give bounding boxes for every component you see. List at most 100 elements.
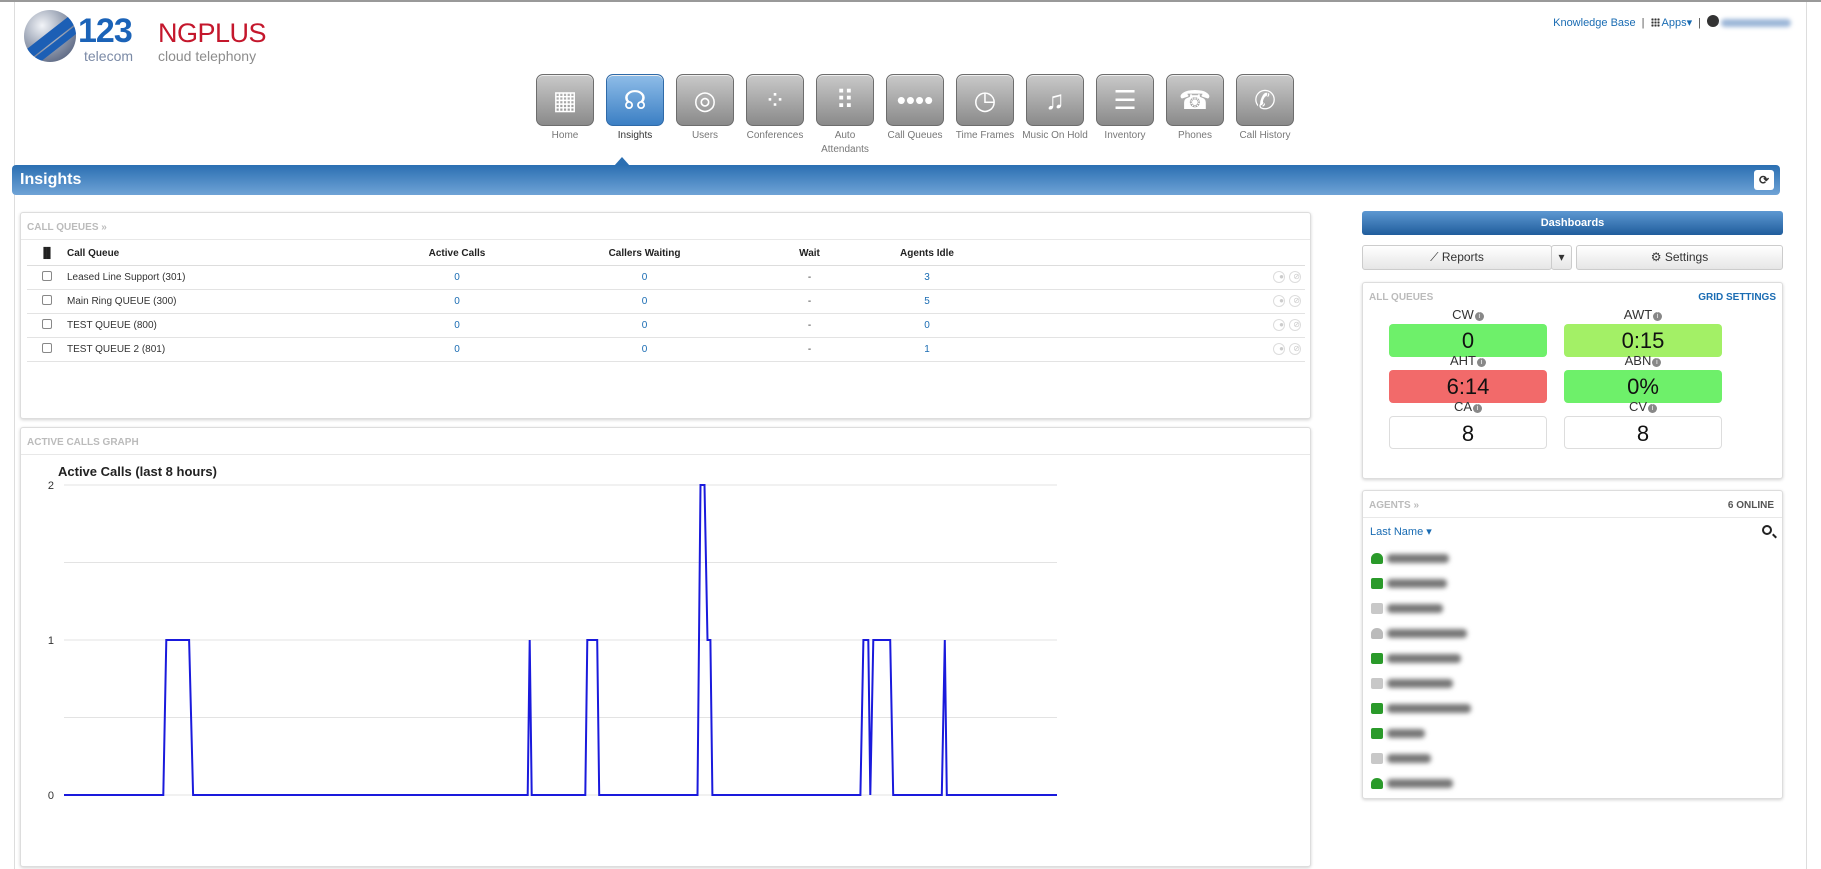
disable-icon[interactable]: ⊘ [1289,319,1301,331]
agent-icon[interactable]: ● [1273,295,1285,307]
active-calls-value[interactable]: 0 [377,265,537,290]
agent-icon[interactable]: ● [1273,343,1285,355]
page-title-bar: Insights ⟳ [12,165,1780,195]
row-checkbox[interactable] [42,294,52,305]
list-item[interactable] [1371,721,1471,746]
nav-item-call-history[interactable]: ✆ Call History [1230,74,1300,157]
column-header[interactable]: Callers Waiting [537,243,752,266]
info-icon[interactable]: i [1477,358,1486,367]
table-row[interactable]: Leased Line Support (301) 0 0 - 3 ● ⊘ [27,265,1305,290]
info-icon[interactable]: i [1474,312,1484,321]
agents-idle-value[interactable]: 3 [867,265,987,290]
disable-icon[interactable]: ⊘ [1289,343,1301,355]
list-item[interactable] [1371,746,1471,771]
refresh-button[interactable]: ⟳ [1754,170,1774,190]
agents-online-count: 6 ONLINE [1727,500,1774,511]
list-item[interactable] [1371,771,1471,796]
nav-button[interactable]: ⁘ [746,74,804,126]
list-item[interactable] [1371,621,1471,646]
disable-icon[interactable]: ⊘ [1289,295,1301,307]
table-row[interactable]: TEST QUEUE 2 (801) 0 0 - 1 ● ⊘ [27,337,1305,362]
info-icon[interactable]: i [1648,404,1658,413]
chart-column-icon[interactable]: ▐▌ [27,243,67,266]
disable-icon[interactable]: ⊘ [1289,271,1301,283]
call-queues-heading[interactable]: CALL QUEUES » [21,213,1310,240]
nav-item-call-queues[interactable]: •••• Call Queues [880,74,950,157]
nav-item-users[interactable]: ◎ Users [670,74,740,157]
nav-button[interactable]: •••• [886,74,944,126]
nav-button[interactable]: ✆ [1236,74,1294,126]
nav-button[interactable]: ☎ [1166,74,1224,126]
callers-waiting-value[interactable]: 0 [537,337,752,362]
callers-waiting-value[interactable]: 0 [537,313,752,338]
nav-item-auto-attendants[interactable]: ⠿ Auto Attendants [810,74,880,157]
row-checkbox[interactable] [42,270,52,281]
nav-item-home[interactable]: ▦ Home [530,74,600,157]
user-menu[interactable] [1707,15,1791,30]
table-row[interactable]: Main Ring QUEUE (300) 0 0 - 5 ● ⊘ [27,289,1305,314]
nav-label: Home [551,130,579,141]
callers-waiting-value[interactable]: 0 [537,289,752,314]
agent-name-redacted [1387,629,1467,638]
column-header[interactable]: Active Calls [377,243,537,266]
list-item[interactable] [1371,671,1471,696]
list-item[interactable] [1371,696,1471,721]
stat-cw: CW i 0 [1389,307,1547,357]
info-icon[interactable]: i [1652,358,1662,367]
knowledge-base-link[interactable]: Knowledge Base [1553,17,1636,29]
logo-subtitle: telecom [84,48,134,64]
active-calls-value[interactable]: 0 [377,313,537,338]
search-icon[interactable] [1762,525,1772,535]
agent-icon[interactable]: ● [1273,319,1285,331]
active-calls-value[interactable]: 0 [377,289,537,314]
nav-item-inventory[interactable]: ☰ Inventory [1090,74,1160,157]
nav-button[interactable]: ◷ [956,74,1014,126]
nav-item-phones[interactable]: ☎ Phones [1160,74,1230,157]
list-item[interactable] [1371,646,1471,671]
active-calls-value[interactable]: 0 [377,337,537,362]
page-title: Insights [20,171,82,188]
nav-button[interactable]: ☊ [606,74,664,126]
agents-idle-value[interactable]: 0 [867,313,987,338]
dashboards-header[interactable]: Dashboards [1362,211,1783,235]
nav-button[interactable]: ◎ [676,74,734,126]
agents-idle-value[interactable]: 1 [867,337,987,362]
nav-button[interactable]: ☰ [1096,74,1154,126]
column-header[interactable]: Agents Idle [867,243,987,266]
nav-item-insights[interactable]: ☊ Insights [600,74,670,157]
info-icon[interactable]: i [1473,404,1483,413]
reports-button[interactable]: ⟋ Reports [1362,245,1552,270]
row-actions: ● ⊘ [987,265,1305,290]
row-checkbox[interactable] [42,342,52,353]
nav-button[interactable]: ♫ [1026,74,1084,126]
logo[interactable]: 123 telecom NGPLUS cloud telephony [24,8,267,66]
nav-item-conferences[interactable]: ⁘ Conferences [740,74,810,157]
column-header[interactable]: Call Queue [67,243,377,266]
building-icon: ▦ [552,84,578,115]
agents-idle-value[interactable]: 5 [867,289,987,314]
nav-button[interactable]: ⠿ [816,74,874,126]
row-checkbox-cell [27,313,67,338]
nav-label: Auto Attendants [821,130,869,155]
nav-item-music-on-hold[interactable]: ♫ Music On Hold [1020,74,1090,157]
list-item[interactable] [1371,546,1471,571]
table-row[interactable]: TEST QUEUE (800) 0 0 - 0 ● ⊘ [27,313,1305,338]
reports-dropdown-button[interactable]: ▾ [1551,245,1572,270]
agents-heading[interactable]: AGENTS » [1363,491,1782,518]
list-item[interactable] [1371,596,1471,621]
grid-settings-link[interactable]: GRID SETTINGS [1698,292,1776,303]
nav-item-time-frames[interactable]: ◷ Time Frames [950,74,1020,157]
callers-waiting-value[interactable]: 0 [537,265,752,290]
column-header[interactable]: Wait [752,243,867,266]
nav-button[interactable]: ▦ [536,74,594,126]
agent-icon[interactable]: ● [1273,271,1285,283]
list-item[interactable] [1371,571,1471,596]
agent-name-redacted [1387,679,1453,688]
agent-name-redacted [1387,579,1447,588]
settings-button[interactable]: ⚙ Settings [1576,245,1783,270]
info-icon[interactable]: i [1653,312,1663,321]
sort-by-dropdown[interactable]: Last Name ▾ [1370,525,1432,538]
row-checkbox[interactable] [42,318,52,329]
apps-menu[interactable]: Apps▾ [1650,16,1692,29]
gear-icon: ⚙ [1650,250,1662,264]
